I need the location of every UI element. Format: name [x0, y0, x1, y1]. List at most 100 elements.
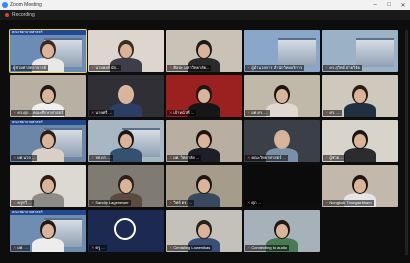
participant-tile[interactable]: ✕Connecting to audio: [244, 210, 320, 252]
participant-name-label: ✕วิทย์ ดร. ...: [167, 200, 194, 206]
participant-face: [354, 89, 366, 103]
muted-mic-icon: ✕: [169, 110, 173, 115]
participant-name-label: ✕รศ.ดร. ...: [89, 155, 114, 161]
recording-bar: Recording: [0, 10, 410, 20]
participant-tile[interactable]: คณะพยาบาลศาสตร์ ✕ผศ. ...: [10, 210, 86, 252]
participant-name-label: ✕ผศ.นวล ...: [11, 155, 38, 161]
participant-name: Connecting to audio: [251, 245, 287, 250]
participant-face: [198, 134, 210, 148]
participant-body: [344, 148, 376, 162]
participant-name: ศุภ ...: [251, 200, 261, 205]
muted-mic-icon: ✕: [247, 65, 251, 70]
participant-face: [276, 89, 288, 103]
participant-name-label: ✕ดร. ...: [323, 110, 342, 116]
maximize-button[interactable]: □: [382, 0, 396, 10]
participant-tile[interactable]: ✕ดร. ...: [322, 75, 398, 117]
participant-face: [42, 89, 54, 103]
avatar-logo-icon: [114, 218, 136, 240]
participant-face: [198, 89, 210, 103]
participant-tile[interactable]: ✕วิทย์ ดร. ...: [166, 165, 242, 207]
participant-tile[interactable]: ✕Sandip Lagenewer: [88, 165, 164, 207]
participant-face: [354, 179, 366, 193]
participant-tile[interactable]: ✕เจ้าหน้าที่ ...: [166, 75, 242, 117]
muted-mic-icon: ✕: [169, 200, 173, 205]
muted-mic-icon: ✕: [91, 65, 95, 70]
participant-tile[interactable]: ✕ดร.สุวิทย์ ฝ่ายวิจัย: [322, 30, 398, 72]
participant-tile[interactable]: ✕ดร.ศุภ... คณะศึกษาศาสตร์: [10, 75, 86, 117]
participant-name: ศิลปะ มหาวิทยาลัย...: [173, 65, 210, 70]
participant-name: ผศ.ดร. ...: [251, 110, 268, 115]
participant-body: [110, 103, 142, 117]
participant-face: [120, 89, 132, 103]
muted-mic-icon: ✕: [169, 155, 173, 160]
muted-mic-icon: ✕: [325, 155, 329, 160]
participant-name-label: ✕ผู้ช่วย ...: [323, 155, 346, 161]
participant-name-label: ✕ศิลปะ มหาวิทยาลัย...: [167, 65, 212, 71]
participant-face: [42, 179, 54, 193]
participant-name-label: ✕เจ้าหน้าที่ ...: [167, 110, 197, 116]
muted-mic-icon: ✕: [247, 110, 251, 115]
participant-tile[interactable]: ✕ผศ.ดร. ...: [244, 75, 320, 117]
minimize-button[interactable]: –: [368, 0, 382, 10]
participant-face: [120, 179, 132, 193]
muted-mic-icon: ✕: [91, 200, 95, 205]
participant-tile[interactable]: คณะพยาบาลศาสตร์ ผู้ช่วยศาสตราจารย์: [9, 29, 87, 73]
participant-name-label: ✕ครูทวี ...: [11, 200, 34, 206]
participant-tile[interactable]: ✕ครู ...: [88, 210, 164, 252]
muted-mic-icon: ✕: [91, 155, 95, 160]
muted-mic-icon: ✕: [325, 110, 329, 115]
muted-mic-icon: ✕: [91, 245, 95, 250]
participant-name: ครู ...: [95, 245, 105, 250]
participant-name: ผศ.นวล ...: [17, 155, 36, 160]
participant-tile[interactable]: ✕Nongkok Thongsiritham: [322, 165, 398, 207]
participant-name: Nongkok Thongsiritham: [329, 200, 372, 205]
participant-name-label: ✕ครู ...: [89, 245, 107, 251]
muted-mic-icon: ✕: [325, 200, 329, 205]
participant-name-label: ✕Connecting to audio: [245, 245, 289, 251]
participant-name-label: ✕ผู้อำนวยการ สำนักวิทยบริการ: [245, 65, 305, 71]
participant-body: [110, 148, 142, 162]
participant-name: นายศรี ...: [95, 110, 112, 115]
participant-name-label: ✕ศุภ ...: [245, 200, 263, 206]
participant-tile[interactable]: ✕นายศรี ...: [88, 75, 164, 117]
window-title: Zoom Meeting: [10, 2, 42, 8]
participant-name: ผศ. ...: [17, 245, 28, 250]
participant-body: [344, 103, 376, 117]
muted-mic-icon: ✕: [247, 245, 251, 250]
muted-mic-icon: ✕: [169, 245, 173, 250]
participant-face: [276, 224, 288, 238]
participant-name: คณะวิทยาศาสตร์ ...: [251, 155, 286, 160]
participant-face: [120, 134, 132, 148]
muted-mic-icon: ✕: [325, 65, 329, 70]
participant-name-label: ✕คณะวิทยาศาสตร์ ...: [245, 155, 288, 161]
participant-face: [42, 224, 54, 238]
participant-tile[interactable]: ✕ผศ. วิทยาลัย ...: [166, 120, 242, 162]
background-building: [278, 37, 317, 67]
participant-tile[interactable]: ✕ครูทวี ...: [10, 165, 86, 207]
muted-mic-icon: ✕: [91, 110, 95, 115]
participant-tile[interactable]: ✕นายพงศ์ นัก...: [88, 30, 164, 72]
participant-face: [198, 44, 210, 58]
participant-name-label: ✕Sandip Lagenewer: [89, 200, 131, 206]
muted-mic-icon: ✕: [13, 200, 17, 205]
participant-tile[interactable]: คณะพยาบาลศาสตร์ ✕ผศ.นวล ...: [10, 120, 86, 162]
participant-body: [32, 238, 64, 252]
participant-tile[interactable]: ✕ศิลปะ มหาวิทยาลัย...: [166, 30, 242, 72]
participant-tile[interactable]: ✕ผู้อำนวยการ สำนักวิทยบริการ: [244, 30, 320, 72]
participant-name-label: ✕Centaling Lowenikas: [167, 245, 213, 251]
virtual-background-banner: คณะพยาบาลศาสตร์: [10, 120, 86, 125]
window-titlebar: Zoom Meeting – □ ✕: [0, 0, 410, 10]
muted-mic-icon: ✕: [169, 65, 173, 70]
participant-tile[interactable]: ✕ผู้ช่วย ...: [322, 120, 398, 162]
close-button[interactable]: ✕: [396, 0, 410, 10]
recording-label: Recording: [12, 12, 35, 18]
participant-tile[interactable]: ✕คณะวิทยาศาสตร์ ...: [244, 120, 320, 162]
participant-tile[interactable]: ✕Centaling Lowenikas: [166, 210, 242, 252]
gallery-scrollbar[interactable]: [405, 30, 408, 255]
virtual-background-banner: คณะพยาบาลศาสตร์: [10, 210, 86, 215]
participant-tile[interactable]: ✕รศ.ดร. ...: [88, 120, 164, 162]
participant-name-label: ✕ผศ. วิทยาลัย ...: [167, 155, 202, 161]
participant-name: Sandip Lagenewer: [95, 200, 129, 205]
participant-name: วิทย์ ดร. ...: [173, 200, 192, 205]
participant-tile[interactable]: ✕ศุภ ...: [244, 165, 320, 207]
